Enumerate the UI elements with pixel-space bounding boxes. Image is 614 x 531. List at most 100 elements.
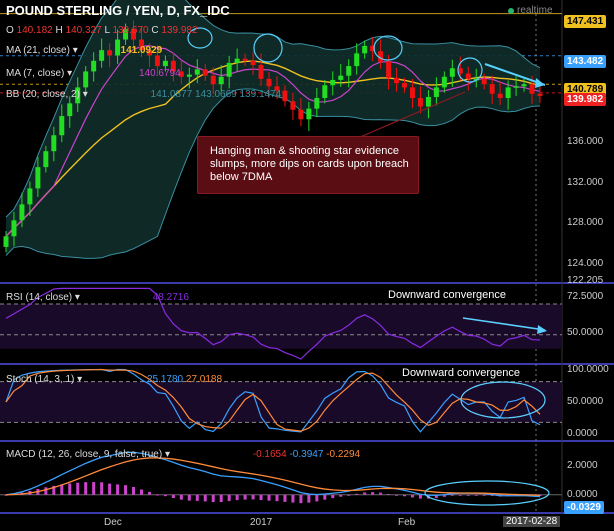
macd-histogram-bar[interactable]	[387, 493, 391, 495]
candle-body[interactable]	[489, 84, 495, 94]
macd-histogram-bar[interactable]	[315, 494, 319, 502]
macd-histogram-bar[interactable]	[227, 494, 231, 502]
macd-histogram-bar[interactable]	[155, 494, 159, 496]
macd-histogram-bar[interactable]	[347, 494, 351, 496]
candle-body[interactable]	[282, 90, 288, 102]
ma21-legend[interactable]: MA (21, close) ▾ 141.0929	[6, 45, 162, 56]
candle-body[interactable]	[210, 75, 216, 85]
candle-body[interactable]	[226, 62, 232, 77]
candle-body[interactable]	[306, 108, 312, 120]
macd-histogram-bar[interactable]	[203, 494, 207, 502]
macd-histogram-bar[interactable]	[307, 494, 311, 503]
macd-histogram-bar[interactable]	[410, 494, 414, 498]
chevron-down-icon[interactable]: ▾	[75, 292, 80, 303]
candle-body[interactable]	[465, 73, 471, 79]
macd-histogram-bar[interactable]	[76, 482, 80, 495]
macd-histogram-bar[interactable]	[418, 494, 422, 499]
candle-body[interactable]	[234, 58, 240, 63]
candle-body[interactable]	[11, 220, 17, 237]
macd-histogram-bar[interactable]	[403, 494, 407, 497]
macd-histogram-bar[interactable]	[355, 493, 359, 495]
candle-body[interactable]	[417, 98, 423, 107]
candle-body[interactable]	[505, 87, 511, 99]
candle-body[interactable]	[537, 93, 543, 96]
candle-body[interactable]	[362, 45, 368, 54]
candle-body[interactable]	[242, 58, 248, 61]
macd-histogram-bar[interactable]	[243, 494, 247, 500]
candle-body[interactable]	[354, 53, 360, 67]
ma7-legend[interactable]: MA (7, close) ▾ 140.6794	[6, 68, 181, 79]
candle-body[interactable]	[322, 85, 328, 99]
macd-histogram-bar[interactable]	[379, 492, 383, 495]
candle-body[interactable]	[338, 75, 344, 80]
candle-body[interactable]	[194, 69, 200, 75]
candle-body[interactable]	[529, 84, 535, 94]
macd-histogram-bar[interactable]	[211, 494, 215, 503]
macd-histogram-bar[interactable]	[132, 487, 136, 495]
macd-histogram-bar[interactable]	[267, 494, 271, 501]
candle-body[interactable]	[250, 60, 256, 66]
macd-histogram-bar[interactable]	[116, 484, 120, 495]
macd-histogram-bar[interactable]	[323, 494, 327, 500]
macd-histogram-bar[interactable]	[339, 494, 343, 497]
macd-histogram-bar[interactable]	[291, 494, 295, 503]
candle-body[interactable]	[298, 109, 304, 120]
candle-body[interactable]	[43, 151, 49, 168]
macd-histogram-bar[interactable]	[235, 494, 239, 501]
macd-histogram-bar[interactable]	[147, 491, 151, 495]
macd-histogram-bar[interactable]	[299, 494, 303, 504]
macd-histogram-bar[interactable]	[363, 492, 367, 495]
candle-body[interactable]	[19, 204, 25, 221]
candle-body[interactable]	[513, 86, 519, 88]
macd-histogram-bar[interactable]	[450, 494, 454, 496]
macd-histogram-bar[interactable]	[108, 483, 112, 495]
macd-histogram-bar[interactable]	[100, 482, 104, 495]
macd-histogram-bar[interactable]	[124, 485, 128, 495]
bb-legend[interactable]: BB (20, close, 2) ▾ 141.0877 143.0669 13…	[6, 89, 281, 100]
chevron-down-icon[interactable]: ▾	[165, 449, 170, 460]
candle-body[interactable]	[202, 69, 208, 76]
candle-body[interactable]	[258, 65, 264, 79]
macd-histogram-bar[interactable]	[171, 494, 175, 499]
candle-body[interactable]	[521, 84, 527, 87]
macd-legend[interactable]: MACD (12, 26, close, 9, false, true) ▾ -…	[6, 449, 360, 460]
macd-histogram-bar[interactable]	[283, 494, 287, 502]
chevron-down-icon[interactable]: ▾	[73, 45, 78, 56]
macd-histogram-bar[interactable]	[179, 494, 183, 500]
macd-histogram-bar[interactable]	[187, 494, 191, 501]
macd-histogram-bar[interactable]	[92, 482, 96, 495]
macd-histogram-bar[interactable]	[219, 494, 223, 503]
macd-histogram-bar[interactable]	[331, 494, 335, 499]
candle-body[interactable]	[3, 236, 9, 247]
chevron-down-icon[interactable]: ▾	[67, 68, 72, 79]
candle-body[interactable]	[394, 77, 400, 84]
stoch-legend[interactable]: Stoch (14, 3, 1) ▾ 25.1780 27.0188	[6, 374, 222, 385]
candle-body[interactable]	[218, 76, 224, 85]
candle-body[interactable]	[409, 87, 415, 99]
candle-body[interactable]	[433, 87, 439, 97]
macd-histogram-bar[interactable]	[474, 494, 478, 496]
candle-body[interactable]	[162, 60, 168, 67]
macd-histogram-bar[interactable]	[466, 494, 470, 496]
candle-body[interactable]	[346, 66, 352, 76]
candle-body[interactable]	[67, 103, 73, 117]
macd-histogram-bar[interactable]	[458, 494, 462, 496]
candle-body[interactable]	[59, 116, 65, 136]
macd-histogram-bar[interactable]	[68, 483, 72, 495]
candle-body[interactable]	[330, 79, 336, 86]
macd-histogram-bar[interactable]	[482, 494, 486, 496]
macd-histogram-bar[interactable]	[195, 494, 199, 501]
macd-histogram-bar[interactable]	[275, 494, 279, 502]
rsi-legend[interactable]: RSI (14, close) ▾ 48.2716	[6, 292, 189, 303]
macd-histogram-bar[interactable]	[251, 494, 255, 500]
chevron-down-icon[interactable]: ▾	[83, 89, 88, 100]
macd-histogram-bar[interactable]	[44, 487, 48, 495]
macd-histogram-bar[interactable]	[163, 494, 167, 497]
candle-body[interactable]	[497, 93, 503, 99]
candle-body[interactable]	[290, 101, 296, 110]
candle-body[interactable]	[154, 55, 160, 67]
macd-histogram-bar[interactable]	[371, 492, 375, 495]
macd-histogram-bar[interactable]	[84, 482, 88, 495]
candle-body[interactable]	[481, 78, 487, 85]
candle-body[interactable]	[27, 188, 33, 205]
